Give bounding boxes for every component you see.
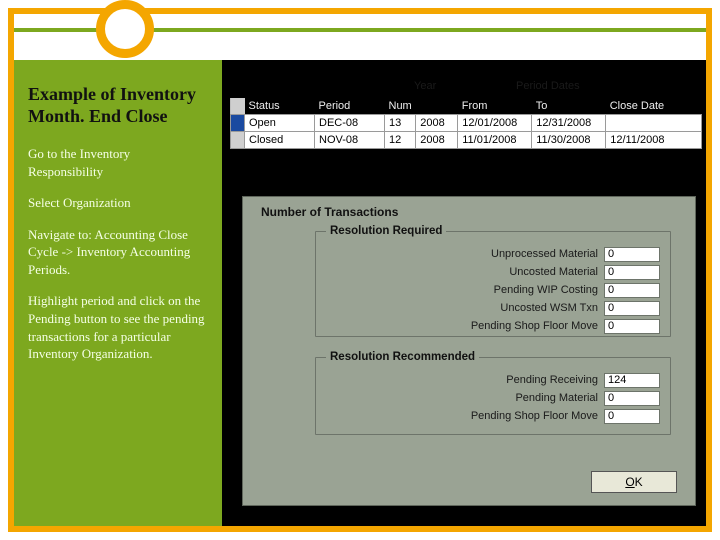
step-3: Navigate to: Accounting Close Cycle -> I… (28, 226, 208, 279)
label-pending-wip: Pending WIP Costing (494, 284, 598, 296)
label-unprocessed-material: Unprocessed Material (491, 248, 598, 260)
label-uncosted-wsm: Uncosted WSM Txn (500, 302, 598, 314)
field-pending-shop-req (604, 319, 660, 334)
col-from: From (458, 98, 532, 115)
label-year: Year (414, 80, 436, 92)
cell-status[interactable]: Open (245, 115, 315, 132)
step-2: Select Organization (28, 194, 208, 212)
dialog-title: Number of Transactions (261, 205, 398, 219)
step-4: Highlight period and click on the Pendin… (28, 292, 208, 362)
step-1: Go to the Inventory Responsibility (28, 145, 208, 180)
field-unprocessed-material (604, 247, 660, 262)
col-year (416, 98, 458, 115)
col-close-date: Close Date (606, 98, 702, 115)
col-num: Num (385, 98, 416, 115)
cell-period[interactable]: DEC-08 (315, 115, 385, 132)
field-pending-shop-rec (604, 409, 660, 424)
pending-transactions-dialog: Number of Transactions Resolution Requir… (242, 196, 696, 506)
label-pending-receiving: Pending Receiving (506, 374, 598, 386)
field-pending-wip (604, 283, 660, 298)
col-period: Period (315, 98, 385, 115)
label-period-dates: Period Dates (516, 80, 580, 92)
cell-to[interactable]: 12/31/2008 (532, 115, 606, 132)
periods-header-row: Status Period Num From To Close Date (231, 98, 702, 115)
row-selector[interactable] (231, 132, 245, 149)
cell-num[interactable]: 12 (385, 132, 416, 149)
group-resolution-recommended: Resolution Recommended Pending Receiving… (315, 351, 671, 435)
cell-num[interactable]: 13 (385, 115, 416, 132)
cell-year[interactable]: 2008 (416, 132, 458, 149)
cell-close[interactable] (606, 115, 702, 132)
cell-status[interactable]: Closed (245, 132, 315, 149)
periods-grid: Status Period Num From To Close Date Ope… (230, 98, 702, 149)
cell-year[interactable]: 2008 (416, 115, 458, 132)
label-pending-shop-req: Pending Shop Floor Move (471, 320, 598, 332)
cell-to[interactable]: 11/30/2008 (532, 132, 606, 149)
ok-button[interactable]: OK (591, 471, 677, 493)
app-screenshot: Year Period Dates Status Period Num From… (222, 60, 706, 526)
col-selector (231, 98, 245, 115)
table-row[interactable]: Closed NOV-08 12 2008 11/01/2008 11/30/2… (231, 132, 702, 149)
col-status: Status (245, 98, 315, 115)
cell-from[interactable]: 11/01/2008 (458, 132, 532, 149)
decorative-ring (96, 0, 154, 58)
row-selector[interactable] (231, 115, 245, 132)
legend-required: Resolution Required (326, 225, 446, 237)
field-uncosted-wsm (604, 301, 660, 316)
field-pending-material (604, 391, 660, 406)
cell-close[interactable]: 12/11/2008 (606, 132, 702, 149)
field-pending-receiving (604, 373, 660, 388)
legend-recommended: Resolution Recommended (326, 351, 479, 363)
cell-period[interactable]: NOV-08 (315, 132, 385, 149)
col-to: To (532, 98, 606, 115)
label-uncosted-material: Uncosted Material (509, 266, 598, 278)
field-uncosted-material (604, 265, 660, 280)
table-row[interactable]: Open DEC-08 13 2008 12/01/2008 12/31/200… (231, 115, 702, 132)
slide-title: Example of Inventory Month. End Close (28, 84, 208, 127)
group-resolution-required: Resolution Required Unprocessed Material… (315, 225, 671, 337)
periods-super-header: Year Period Dates (222, 78, 706, 98)
label-pending-shop-rec: Pending Shop Floor Move (471, 410, 598, 422)
cell-from[interactable]: 12/01/2008 (458, 115, 532, 132)
label-pending-material: Pending Material (515, 392, 598, 404)
instruction-sidebar: Example of Inventory Month. End Close Go… (14, 60, 222, 526)
